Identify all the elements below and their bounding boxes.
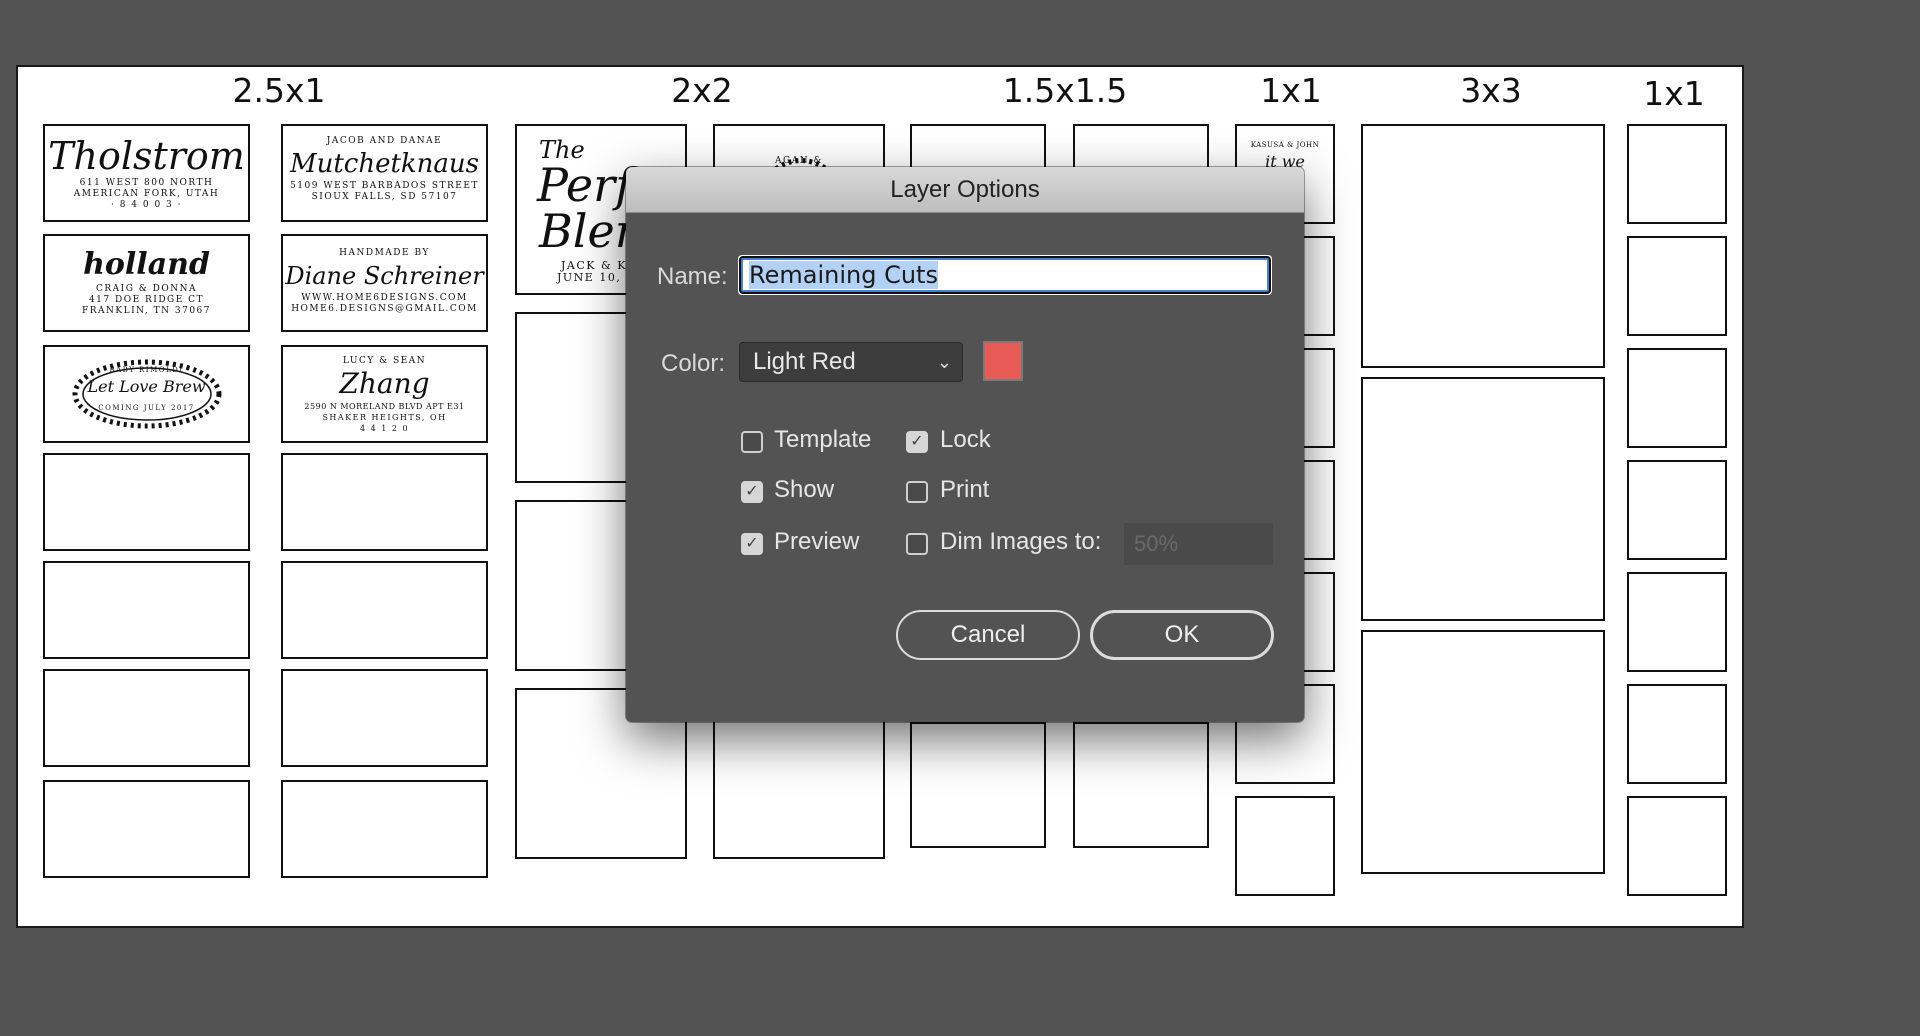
stamp-name: Tholstrom (48, 134, 245, 178)
stamp-top: LUCY & SEAN (342, 356, 427, 366)
dialog-title[interactable]: Layer Options (626, 167, 1304, 213)
stamp-line: 5109 WEST BARBADOS STREET (290, 181, 479, 191)
stamp-line: 4 4 1 2 0 (359, 424, 410, 433)
dim-images-label: Dim Images to: (940, 528, 1102, 555)
cut-box[interactable] (1073, 722, 1209, 848)
name-label: Name: (657, 263, 728, 290)
cut-box[interactable] (1235, 796, 1335, 896)
cut-box[interactable] (43, 780, 250, 878)
print-checkbox[interactable]: ✓ (906, 481, 928, 503)
stamp-line: JUNE 10, 2 (557, 271, 635, 284)
lock-checkbox[interactable]: ✓ (906, 431, 928, 453)
header-2-5x1: 2.5x1 (232, 71, 326, 110)
cut-box[interactable] (1361, 630, 1605, 874)
stamp-name: holland (83, 247, 210, 282)
layer-options-dialog: Layer Options Name: Color: Light Red ⌄ ✓… (626, 167, 1304, 722)
stamp-line: 611 WEST 800 NORTH (79, 178, 214, 188)
cut-box[interactable] (281, 780, 488, 878)
name-input[interactable] (738, 255, 1272, 295)
stamp-line: SIOUX FALLS, SD 57107 (311, 192, 458, 202)
header-1x1-b: 1x1 (1643, 74, 1705, 113)
stamp-bottom: COMING JULY 2017 (98, 404, 195, 412)
stamp-top: JACOB AND DANAE (326, 136, 443, 146)
cut-box[interactable] (43, 453, 250, 551)
stamp-top: BABY RIMOLDI (109, 366, 184, 374)
cut-box[interactable] (43, 669, 250, 767)
dim-images-checkbox[interactable]: ✓ (906, 533, 928, 555)
preview-checkbox[interactable]: ✓ (741, 533, 763, 555)
header-2x2: 2x2 (671, 71, 733, 110)
show-label: Show (774, 476, 835, 503)
cut-box[interactable] (43, 561, 250, 659)
header-3x3: 3x3 (1460, 71, 1522, 110)
cut-box[interactable] (1627, 348, 1727, 448)
stamp-line: HOME6.DESIGNS@GMAIL.COM (291, 304, 478, 314)
stamp-name: Diane Schreiner (285, 262, 484, 290)
stamp-name: Let Love Brew (87, 377, 206, 396)
template-checkbox[interactable]: ✓ (741, 431, 763, 453)
stamp-line: · 8 4 0 0 3 · (110, 200, 183, 210)
cut-box[interactable] (1627, 684, 1727, 784)
stamp-line: 417 DOE RIDGE CT (88, 295, 205, 305)
stamp-schreiner[interactable]: HANDMADE BY Diane Schreiner WWW.HOME6DES… (281, 234, 488, 332)
color-dropdown[interactable]: Light Red ⌄ (739, 342, 963, 382)
stamp-line: SHAKER HEIGHTS, OH (322, 413, 447, 422)
cut-box[interactable] (1627, 236, 1727, 336)
preview-label: Preview (774, 528, 860, 555)
stamp-line: JACK & KA (561, 259, 636, 272)
print-label: Print (940, 476, 990, 503)
stamp-top: HANDMADE BY (339, 248, 430, 258)
stamp-line: 2590 N MORELAND BLVD APT E31 (304, 402, 465, 411)
stamp-name: Mutchetknaus (289, 149, 480, 179)
cut-box[interactable] (281, 669, 488, 767)
cut-box[interactable] (1627, 124, 1727, 224)
header-1-5x1-5: 1.5x1.5 (1002, 71, 1128, 110)
stamp-line: WWW.HOME6DESIGNS.COM (301, 293, 468, 303)
cut-box[interactable] (1627, 796, 1727, 896)
template-label: Template (774, 426, 872, 453)
cut-box[interactable] (1361, 124, 1605, 368)
stamp-tholstrom[interactable]: Tholstrom 611 WEST 800 NORTH AMERICAN FO… (43, 124, 250, 222)
stamp-zhang[interactable]: LUCY & SEAN Zhang 2590 N MORELAND BLVD A… (281, 345, 488, 443)
lock-label: Lock (940, 426, 991, 453)
stamp-text: KASUSA & JOHN (1250, 141, 1320, 149)
stamp-line: AMERICAN FORK, UTAH (73, 189, 220, 199)
cut-box[interactable] (910, 722, 1046, 848)
stamp-let-love-brew[interactable]: BABY RIMOLDI Let Love Brew COMING JULY 2… (43, 345, 250, 443)
stamp-name: Zhang (339, 367, 430, 400)
color-swatch[interactable] (983, 341, 1023, 381)
dim-images-input[interactable]: 50% (1124, 523, 1273, 565)
stamp-line: FRANKLIN, TN 37067 (81, 306, 212, 316)
color-label: Color: (661, 350, 726, 377)
ok-button[interactable]: OK (1090, 610, 1274, 660)
stamp-text: AGAN & (775, 156, 823, 166)
cut-box[interactable] (1361, 377, 1605, 621)
header-1x1-a: 1x1 (1260, 71, 1322, 110)
cut-box[interactable] (281, 561, 488, 659)
cut-box[interactable] (1627, 572, 1727, 672)
chevron-down-icon: ⌄ (936, 352, 952, 372)
color-dropdown-value: Light Red (753, 348, 856, 375)
show-checkbox[interactable]: ✓ (741, 481, 763, 503)
stamp-holland[interactable]: holland CRAIG & DONNA 417 DOE RIDGE CT F… (43, 234, 250, 332)
stamp-mutchetknaus[interactable]: JACOB AND DANAE Mutchetknaus 5109 WEST B… (281, 124, 488, 222)
stamp-line: CRAIG & DONNA (96, 284, 197, 294)
cut-box[interactable] (1627, 460, 1727, 560)
cut-box[interactable] (281, 453, 488, 551)
cancel-button[interactable]: Cancel (896, 610, 1080, 660)
